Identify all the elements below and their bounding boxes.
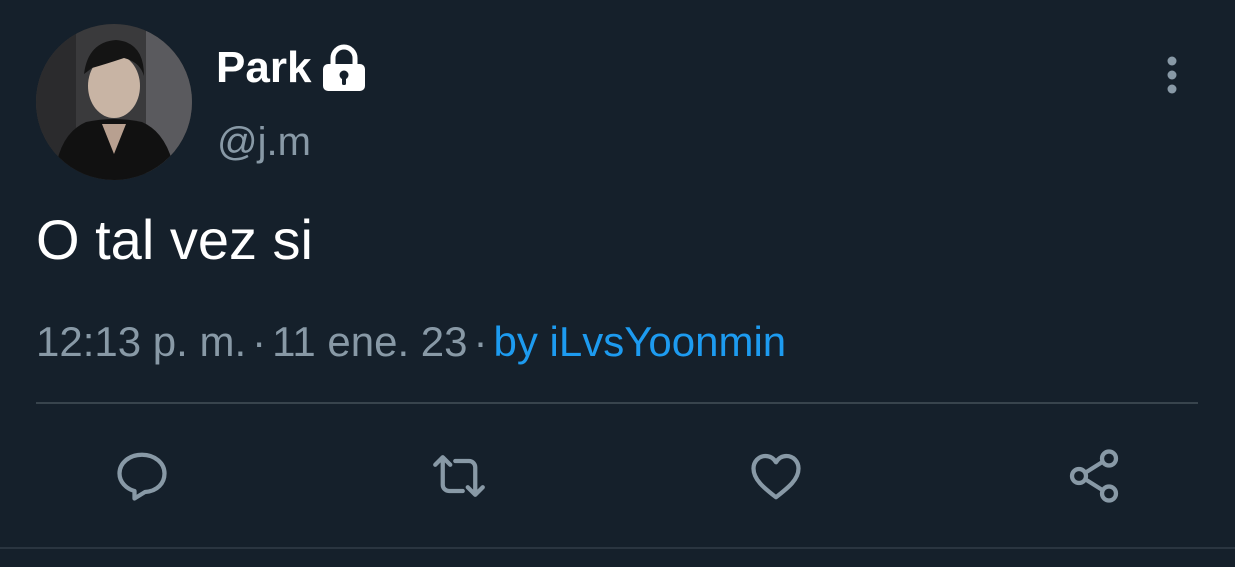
avatar-photo	[36, 24, 192, 180]
separator: ·	[473, 318, 488, 365]
reply-icon	[117, 452, 167, 501]
author-name-label: Park	[216, 43, 312, 92]
divider	[36, 402, 1198, 404]
bottom-divider	[0, 547, 1235, 549]
tweet-text: O tal vez si	[36, 208, 313, 271]
more-vertical-icon	[1167, 56, 1177, 94]
user-handle[interactable]: @j.m	[217, 118, 311, 166]
tweet-date[interactable]: 11 ene. 23	[272, 318, 467, 365]
share-button[interactable]	[1062, 444, 1126, 508]
heart-icon	[751, 453, 801, 500]
tweet-metadata: 12:13 p. m. · 11 ene. 23 · by iLvsYoonmin	[36, 316, 786, 368]
reply-button[interactable]	[110, 444, 174, 508]
tweet-card: Park @j.m O tal vez si 12:13 p. m. · 11 en…	[0, 0, 1235, 567]
author-name[interactable]: Park	[216, 42, 367, 94]
retweet-icon	[433, 455, 485, 497]
like-button[interactable]	[744, 444, 808, 508]
retweet-button[interactable]	[427, 444, 491, 508]
avatar[interactable]	[36, 24, 192, 180]
tweet-time[interactable]: 12:13 p. m.	[36, 318, 246, 365]
separator: ·	[252, 318, 267, 365]
lock-icon	[321, 44, 367, 92]
tweet-source-link[interactable]: by iLvsYoonmin	[494, 318, 787, 365]
share-icon	[1069, 449, 1119, 503]
more-options-button[interactable]	[1150, 50, 1194, 100]
